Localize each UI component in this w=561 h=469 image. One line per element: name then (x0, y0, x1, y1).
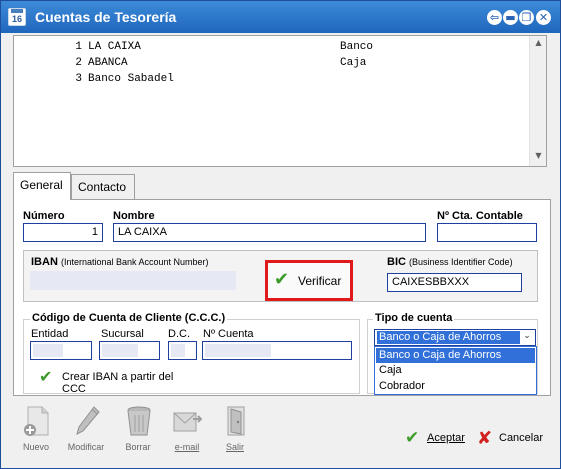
cancelar-label: Cancelar (499, 432, 544, 444)
bic-label: BIC (Business Identifier Code) (387, 256, 513, 268)
aceptar-label: Aceptar (427, 432, 465, 444)
cuenta-label: Nº Cuenta (203, 328, 254, 340)
entidad-field[interactable] (30, 341, 92, 360)
list-item-number: 2 (75, 57, 82, 69)
minimize-button[interactable]: ▬ (503, 10, 518, 25)
app-calendar-icon: 16 (8, 8, 26, 26)
salir-label: Salir (225, 442, 244, 452)
list-item[interactable]: 3 Banco Sabadel (14, 73, 526, 89)
exit-door-icon (227, 406, 245, 436)
list-item-name: Banco Sabadel (88, 73, 174, 85)
dc-label: D.C. (168, 328, 190, 340)
scroll-down-icon[interactable]: ▼ (530, 151, 547, 165)
tipo-cuenta-selected: Banco o Caja de Ahorros (377, 331, 520, 344)
crear-iban-button[interactable]: ✔ Crear IBAN a partir del CCC (39, 367, 199, 395)
numero-label: Número (23, 210, 65, 222)
chevron-down-icon[interactable]: ⌄ (520, 331, 534, 344)
list-item-name: LA CAIXA (88, 41, 141, 53)
list-item-number: 3 (75, 73, 82, 85)
entidad-label: Entidad (31, 328, 69, 340)
modificar-button[interactable]: Modificar (66, 405, 106, 455)
cancel-x-icon: ✘ (477, 428, 493, 449)
new-document-icon (24, 406, 49, 436)
numero-field[interactable]: 1 (23, 223, 103, 242)
email-label: e-mail (174, 442, 200, 452)
tipo-cuenta-legend: Tipo de cuenta (373, 312, 455, 324)
salir-button[interactable]: Salir (215, 405, 255, 455)
email-icon (173, 412, 203, 432)
check-icon: ✔ (405, 428, 420, 448)
window-title: Cuentas de Tesorería (35, 9, 177, 25)
tipo-cuenta-options[interactable]: Banco o Caja de Ahorros Caja Cobrador (374, 346, 537, 395)
sucursal-field[interactable] (99, 341, 160, 360)
verificar-label: Verificar (298, 274, 342, 288)
aceptar-button[interactable]: ✔ Aceptar (405, 428, 467, 450)
option-cobrador[interactable]: Cobrador (376, 379, 535, 394)
maximize-button[interactable]: ❐ (519, 10, 534, 25)
title-bar: 16 Cuentas de Tesorería ⇦ ▬ ❐ ✕ (1, 1, 560, 33)
scroll-up-icon[interactable]: ▲ (530, 38, 547, 52)
nombre-label: Nombre (113, 210, 155, 222)
accounts-list[interactable]: 1 LA CAIXA Banco 2 ABANCA Caja 3 Banco S… (13, 35, 547, 167)
list-scrollbar[interactable]: ▲ ▼ (529, 36, 546, 166)
close-button[interactable]: ✕ (536, 10, 551, 25)
nombre-field[interactable]: LA CAIXA (113, 223, 426, 242)
trash-icon (127, 406, 151, 436)
bic-field[interactable]: CAIXESBBXXX (387, 273, 522, 292)
check-icon: ✔ (274, 269, 290, 290)
nuevo-button[interactable]: Nuevo (16, 405, 56, 455)
treasury-accounts-window: 16 Cuentas de Tesorería ⇦ ▬ ❐ ✕ 1 LA CAI… (0, 0, 561, 469)
email-button[interactable]: e-mail (167, 405, 207, 455)
bic-hint: (Business Identifier Code) (409, 257, 513, 267)
back-icon[interactable]: ⇦ (487, 10, 502, 25)
list-item-name: ABANCA (88, 57, 128, 69)
sucursal-label: Sucursal (101, 328, 144, 340)
verificar-button[interactable]: ✔ Verificar (265, 260, 353, 301)
borrar-label: Borrar (125, 442, 151, 452)
list-item[interactable]: 1 LA CAIXA Banco (14, 41, 526, 57)
cancelar-button[interactable]: ✘ Cancelar (477, 428, 547, 450)
crear-iban-label: Crear IBAN a partir del CCC (62, 371, 174, 395)
iban-field[interactable] (30, 271, 236, 290)
option-banco-caja-ahorros[interactable]: Banco o Caja de Ahorros (376, 348, 535, 363)
modificar-label: Modificar (67, 442, 105, 452)
pencil-icon (76, 406, 100, 435)
ccc-legend: Código de Cuenta de Cliente (C.C.C.) (30, 312, 228, 324)
tipo-cuenta-select[interactable]: Banco o Caja de Ahorros ⌄ (374, 329, 536, 346)
list-item[interactable]: 2 ABANCA Caja (14, 57, 526, 73)
tab-contacto[interactable]: Contacto (71, 174, 135, 199)
option-caja[interactable]: Caja (376, 363, 535, 378)
list-item-number: 1 (75, 41, 82, 53)
cuenta-field[interactable] (202, 341, 352, 360)
tab-general[interactable]: General (13, 172, 71, 200)
cta-contable-field[interactable] (437, 223, 537, 242)
list-item-type: Caja (340, 57, 367, 69)
dc-field[interactable] (168, 341, 197, 360)
borrar-button[interactable]: Borrar (118, 405, 158, 455)
iban-hint: (International Bank Account Number) (60, 257, 209, 267)
cta-contable-label: Nº Cta. Contable (437, 210, 523, 222)
iban-label: IBAN (International Bank Account Number) (31, 256, 209, 268)
list-item-type: Banco (340, 41, 374, 53)
nuevo-label: Nuevo (22, 442, 49, 452)
check-icon: ✔ (39, 367, 53, 386)
